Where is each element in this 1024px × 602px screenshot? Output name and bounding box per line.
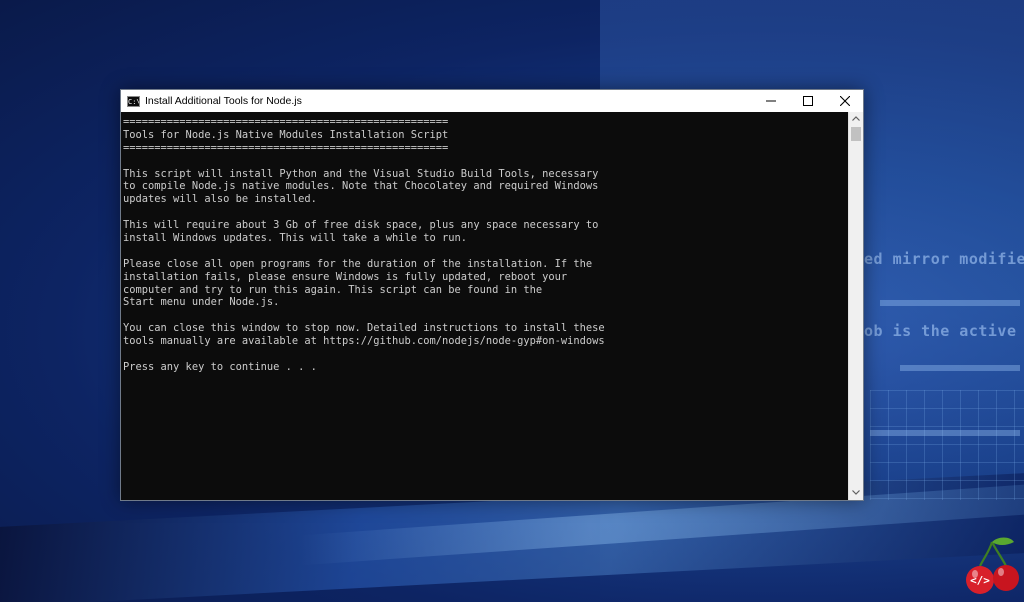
console-line: ========================================… bbox=[123, 141, 449, 154]
console-line: Start menu under Node.js. bbox=[123, 296, 280, 309]
console-line: This script will install Python and the … bbox=[123, 167, 599, 180]
background-bar bbox=[880, 300, 1020, 306]
console-output[interactable]: ========================================… bbox=[121, 112, 848, 500]
background-circuit-grid bbox=[870, 390, 1024, 500]
title-bar[interactable]: C:\ Install Additional Tools for Node.js bbox=[121, 90, 863, 112]
console-line: installation fails, please ensure Window… bbox=[123, 270, 568, 283]
close-button[interactable] bbox=[826, 90, 863, 112]
console-app-icon: C:\ bbox=[127, 95, 140, 107]
console-window[interactable]: C:\ Install Additional Tools for Node.js bbox=[120, 89, 864, 501]
console-line: tools manually are available at https://… bbox=[123, 335, 605, 348]
minimize-button[interactable] bbox=[752, 90, 789, 112]
logo-glyph: </> bbox=[970, 574, 990, 587]
console-line: ========================================… bbox=[123, 116, 449, 128]
chevron-up-icon bbox=[852, 116, 860, 121]
scrollbar-thumb[interactable] bbox=[851, 127, 861, 141]
window-title: Install Additional Tools for Node.js bbox=[145, 95, 302, 107]
background-code-line: ed mirror modifier bbox=[864, 250, 1024, 268]
maximize-icon bbox=[802, 96, 813, 106]
maximize-button[interactable] bbox=[789, 90, 826, 112]
console-line: You can close this window to stop now. D… bbox=[123, 322, 605, 335]
console-line: updates will also be installed. bbox=[123, 193, 317, 206]
scroll-down-button[interactable] bbox=[849, 486, 863, 500]
background-bar bbox=[870, 430, 1020, 436]
window-controls bbox=[752, 90, 863, 112]
close-icon bbox=[839, 96, 850, 106]
minimize-icon bbox=[765, 100, 776, 102]
console-line: to compile Node.js native modules. Note … bbox=[123, 180, 599, 193]
console-line: computer and try to run this again. This… bbox=[123, 283, 543, 296]
console-prompt-line: Press any key to continue . . . bbox=[123, 360, 317, 373]
cherry-code-logo-icon: </> bbox=[966, 537, 1019, 594]
chevron-down-icon bbox=[852, 490, 860, 495]
console-line: install Windows updates. This will take … bbox=[123, 232, 468, 245]
background-code-line: ob is the active ob bbox=[864, 322, 1017, 340]
background-bar bbox=[900, 365, 1020, 371]
console-line: Tools for Node.js Native Modules Install… bbox=[123, 128, 449, 141]
vertical-scrollbar[interactable] bbox=[848, 112, 863, 500]
scroll-up-button[interactable] bbox=[849, 112, 863, 126]
console-line: This will require about 3 Gb of free dis… bbox=[123, 219, 599, 232]
console-line: Please close all open programs for the d… bbox=[123, 257, 593, 270]
